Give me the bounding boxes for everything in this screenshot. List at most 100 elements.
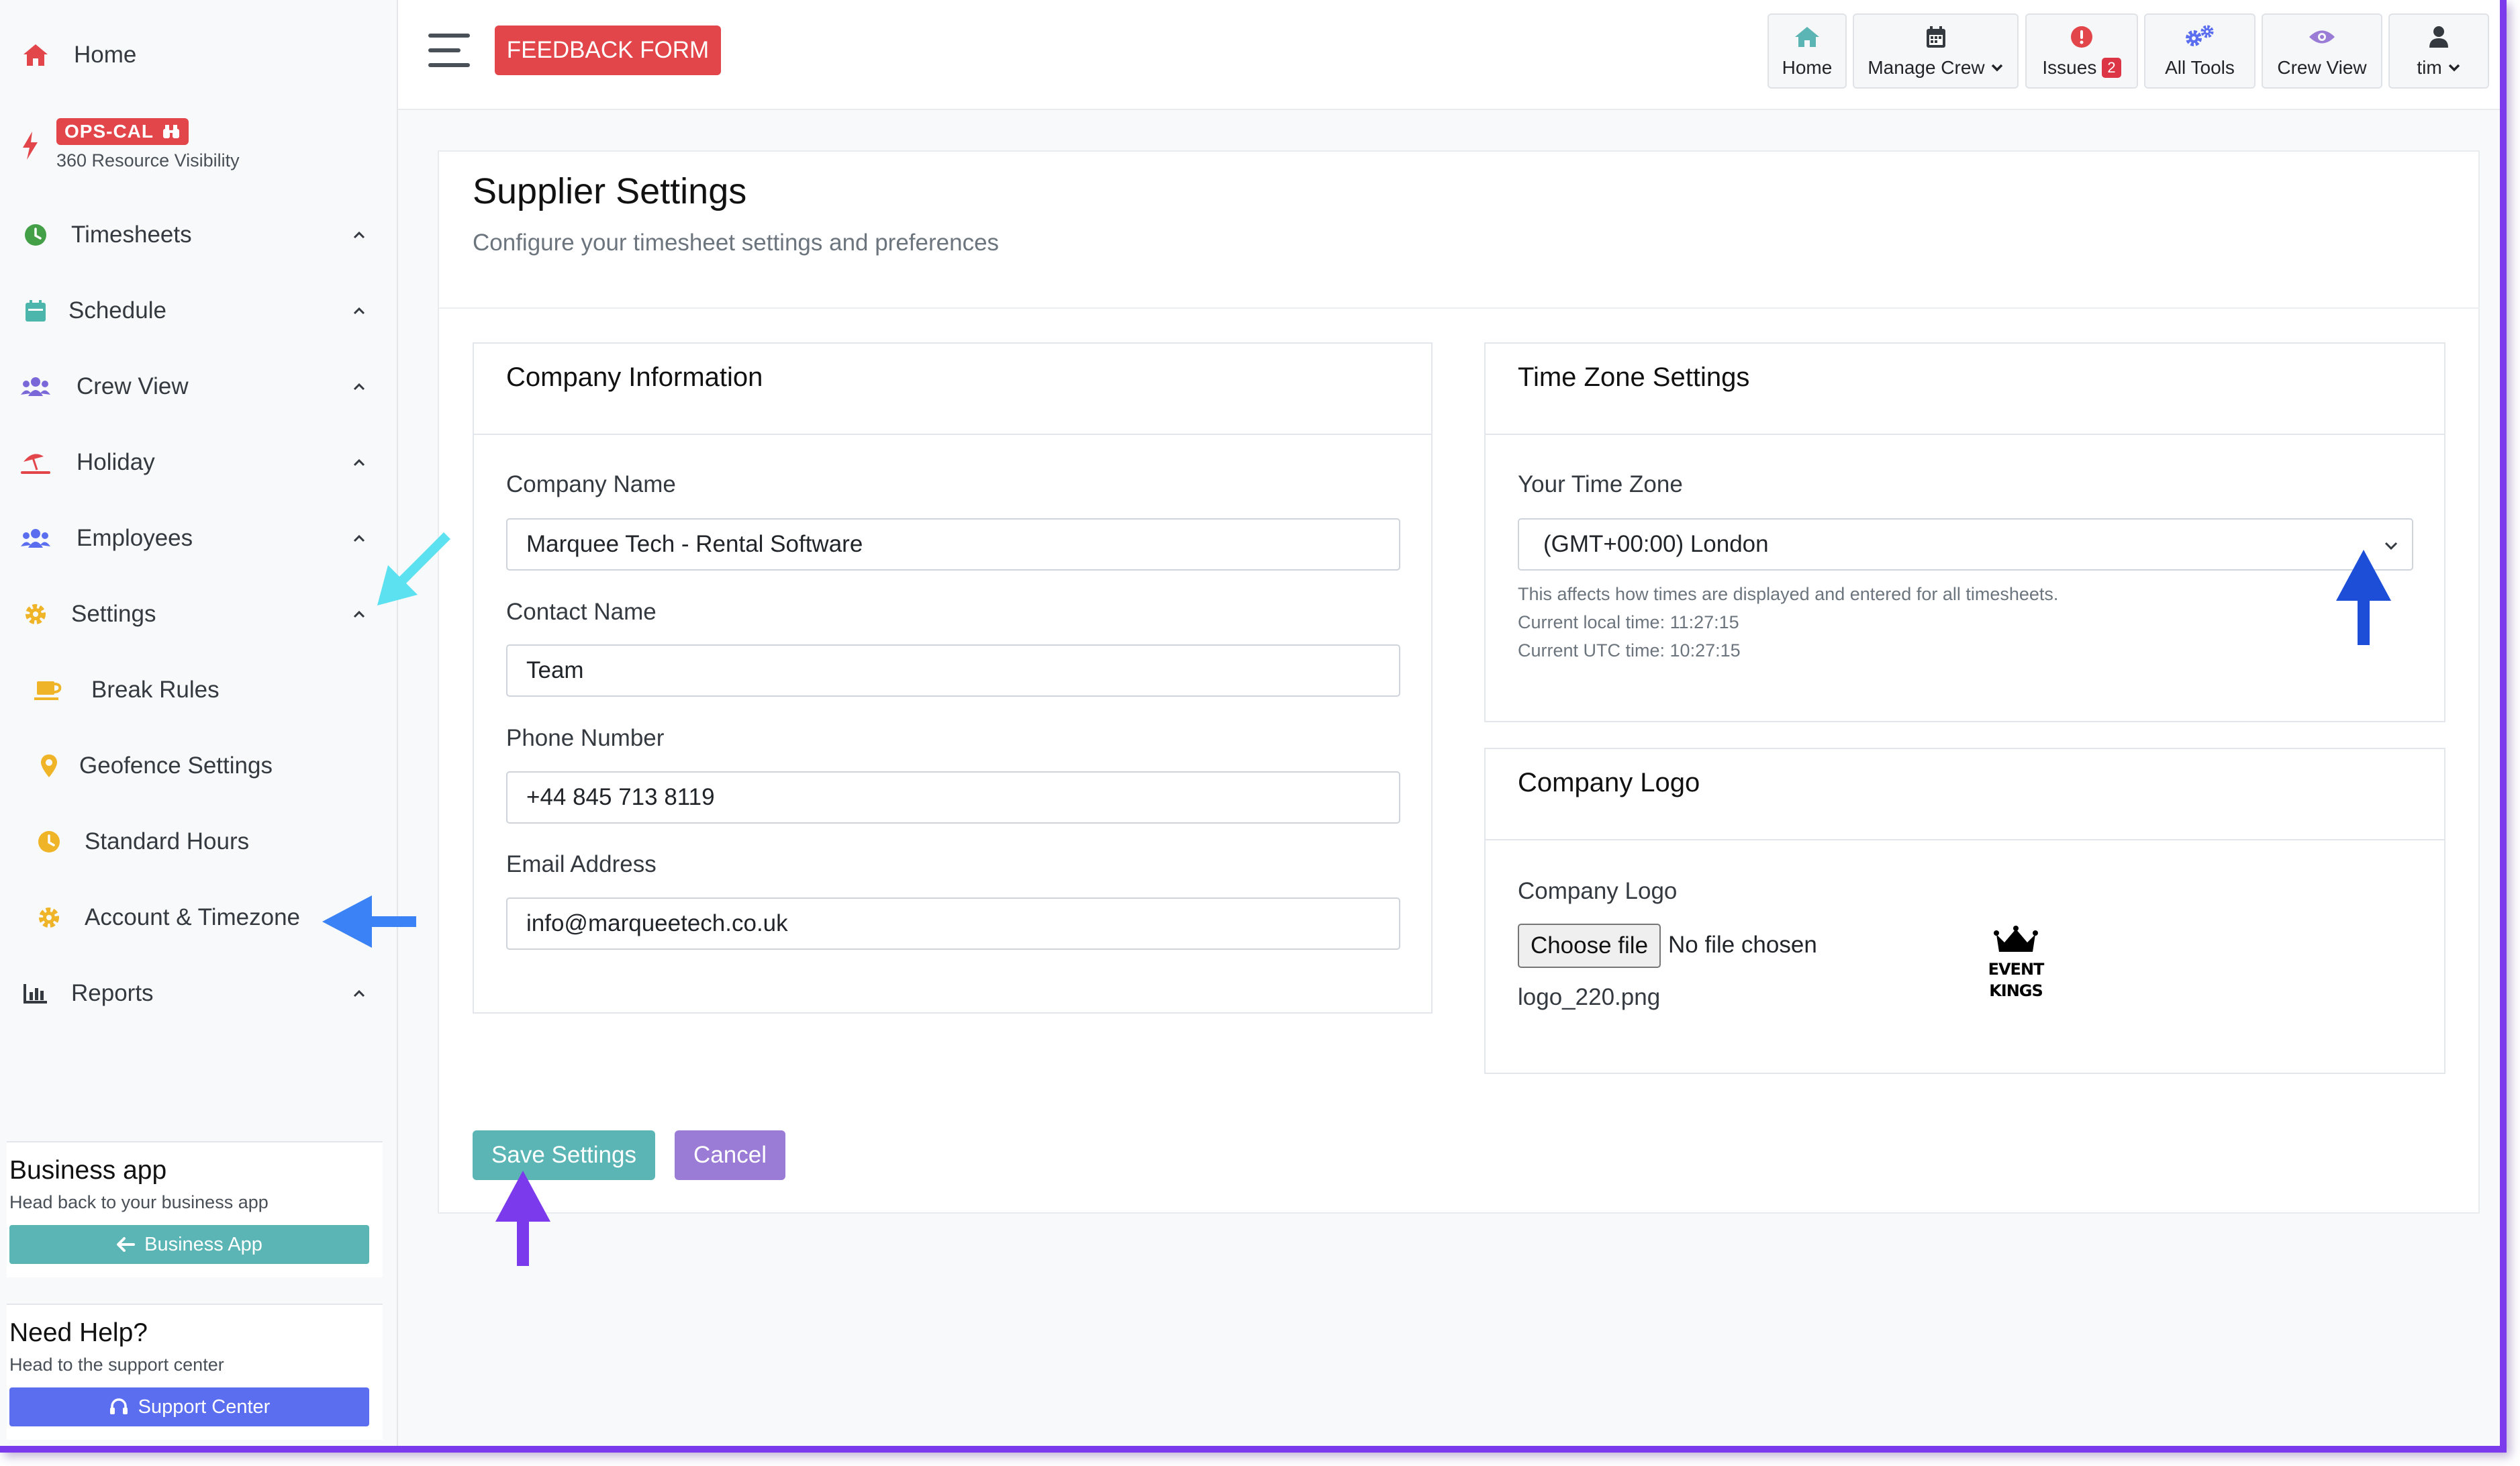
sidebar-item-label: Holiday — [77, 449, 155, 475]
hamburger-menu-icon[interactable] — [428, 34, 470, 67]
company-name-input[interactable] — [506, 518, 1400, 571]
sidebar-item-crew-view[interactable]: Crew View — [0, 353, 398, 420]
top-crew-view-label: Crew View — [2277, 57, 2367, 78]
panel-header: Time Zone Settings — [1486, 344, 2444, 435]
sidebar-item-standard-hours[interactable]: Standard Hours — [0, 808, 398, 875]
company-logo-image: EVENT KINGS — [1969, 925, 2063, 1012]
chevron-up-icon — [349, 452, 369, 473]
time-zone-settings-panel: Time Zone Settings Your Time Zone (GMT+0… — [1484, 342, 2445, 722]
bar-chart-icon — [20, 978, 51, 1009]
top-crew-view-button[interactable]: Crew View — [2262, 13, 2382, 89]
email-address-label: Email Address — [506, 851, 657, 877]
chevron-up-icon — [349, 301, 369, 321]
sidebar-item-holiday[interactable]: Holiday — [0, 429, 398, 496]
file-status-text: No file chosen — [1668, 932, 1817, 958]
calendar-icon — [1926, 23, 1946, 50]
sidebar-item-label: Employees — [77, 525, 193, 551]
sidebar-item-label: Geofence Settings — [79, 752, 273, 779]
your-time-zone-label: Your Time Zone — [1518, 471, 1683, 497]
sidebar-item-label: Reports — [71, 980, 154, 1006]
top-home-button[interactable]: Home — [1767, 13, 1847, 89]
annotation-arrow-purple-up — [495, 1171, 550, 1266]
sidebar-item-employees[interactable]: Employees — [0, 505, 398, 572]
feedback-form-button[interactable]: FEEDBACK FORM — [495, 26, 721, 75]
cancel-button[interactable]: Cancel — [675, 1130, 785, 1180]
current-local-time: Current local time: 11:27:15 — [1518, 612, 1739, 632]
time-zone-settings-title: Time Zone Settings — [1518, 362, 1750, 392]
divider — [439, 307, 2480, 309]
gear-icon — [34, 902, 64, 933]
alert-circle-icon — [2070, 23, 2094, 50]
sidebar-item-home[interactable]: Home — [0, 21, 398, 89]
chevron-up-icon — [349, 604, 369, 624]
supplier-settings-card: Supplier Settings Configure your timeshe… — [438, 150, 2480, 1214]
user-name: tim — [2417, 57, 2442, 78]
sidebar-item-timesheets[interactable]: Timesheets — [0, 201, 398, 268]
contact-name-label: Contact Name — [506, 599, 657, 625]
business-app-title: Business app — [9, 1156, 167, 1185]
chevron-down-icon — [1991, 64, 2002, 72]
time-zone-selected-value: (GMT+00:00) London — [1543, 531, 1769, 557]
clock-icon — [34, 826, 64, 857]
top-issues-label: Issues — [2042, 57, 2097, 78]
sidebar-item-geofence-settings[interactable]: Geofence Settings — [0, 732, 398, 799]
sidebar-item-label: Standard Hours — [85, 828, 250, 854]
annotation-arrow-cyan — [377, 532, 450, 605]
coffee-icon — [34, 675, 64, 705]
time-zone-select[interactable]: (GMT+00:00) London — [1518, 518, 2413, 571]
current-utc-time: Current UTC time: 10:27:15 — [1518, 640, 1741, 661]
ops-cal-badge-text: OPS-CAL — [64, 121, 154, 142]
sidebar-item-label: Break Rules — [91, 677, 220, 703]
sidebar-item-settings[interactable]: Settings — [0, 581, 398, 648]
home-icon — [1794, 23, 1821, 50]
need-help-subtitle: Head to the support center — [9, 1355, 224, 1375]
sidebar-item-schedule[interactable]: Schedule — [0, 277, 398, 344]
issues-count-badge: 2 — [2102, 58, 2121, 78]
need-help-title: Need Help? — [9, 1318, 148, 1347]
annotation-arrow-blue-up — [2336, 550, 2391, 645]
company-name-label: Company Name — [506, 471, 676, 497]
users-icon — [20, 371, 51, 402]
support-center-button-label: Support Center — [138, 1396, 271, 1418]
sidebar-item-label: Schedule — [68, 297, 166, 324]
sidebar: Home OPS-CAL 360 Resource Visibility Tim… — [0, 0, 398, 1446]
company-information-panel: Company Information Company Name Contact… — [473, 342, 1433, 1014]
ops-cal-badge[interactable]: OPS-CAL — [56, 118, 189, 145]
chevron-up-icon — [349, 225, 369, 245]
top-all-tools-button[interactable]: All Tools — [2144, 13, 2256, 89]
top-issues-button[interactable]: Issues 2 — [2025, 13, 2138, 89]
company-information-title: Company Information — [506, 362, 763, 392]
sidebar-item-label: Settings — [71, 601, 156, 627]
chevron-down-icon — [2448, 64, 2460, 72]
map-pin-icon — [34, 750, 64, 781]
user-menu-button[interactable]: tim — [2388, 13, 2489, 89]
headset-icon — [109, 1398, 128, 1414]
gear-icon — [20, 599, 51, 630]
support-center-button[interactable]: Support Center — [9, 1387, 369, 1426]
sidebar-item-label: Account & Timezone — [85, 904, 300, 930]
umbrella-beach-icon — [20, 447, 51, 478]
sidebar-item-label: Timesheets — [71, 222, 192, 248]
arrow-left-icon — [117, 1237, 136, 1252]
sidebar-item-break-rules[interactable]: Break Rules — [0, 656, 398, 724]
phone-number-input[interactable] — [506, 771, 1400, 824]
logo-text-event: EVENT — [1988, 960, 2045, 979]
eye-icon — [2308, 23, 2336, 50]
business-app-button[interactable]: Business App — [9, 1225, 369, 1264]
sidebar-item-label: Crew View — [77, 373, 189, 399]
bolt-icon — [20, 130, 40, 164]
email-address-input[interactable] — [506, 897, 1400, 950]
sidebar-item-reports[interactable]: Reports — [0, 960, 398, 1027]
screenshot-frame: Home OPS-CAL 360 Resource Visibility Tim… — [0, 0, 2507, 1453]
binoculars-icon — [163, 125, 180, 138]
calendar-icon — [20, 295, 51, 326]
contact-name-input[interactable] — [506, 644, 1400, 697]
business-app-button-label: Business App — [144, 1233, 262, 1255]
users-icon — [20, 523, 51, 554]
clock-icon — [20, 219, 51, 250]
time-zone-help-text: This affects how times are displayed and… — [1518, 584, 2059, 604]
top-manage-crew-button[interactable]: Manage Crew — [1853, 13, 2019, 89]
business-app-card: Business app Head back to your business … — [7, 1141, 383, 1277]
sidebar-item-label: Home — [74, 42, 137, 68]
choose-file-button[interactable]: Choose file — [1518, 924, 1661, 968]
